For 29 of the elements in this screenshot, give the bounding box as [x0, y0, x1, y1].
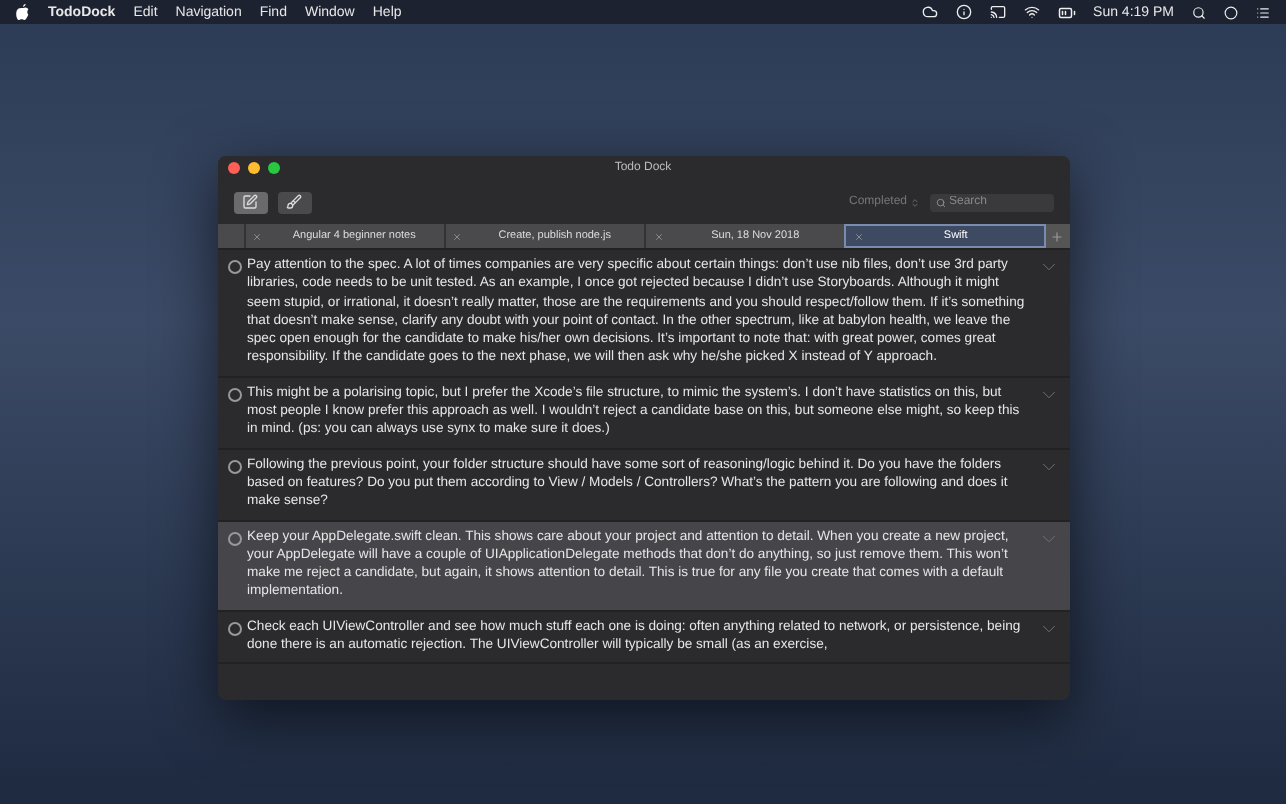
brush-icon: [286, 194, 302, 210]
search-icon: [935, 197, 945, 207]
battery-icon[interactable]: [1057, 3, 1076, 21]
todo-checkbox[interactable]: [227, 459, 241, 474]
circle-icon[interactable]: [1224, 5, 1238, 19]
toolbar-button[interactable]: [233, 191, 267, 213]
todo-row[interactable]: [217, 250, 1069, 378]
up-down-arrows-icon: [909, 197, 919, 207]
todo-row[interactable]: [217, 611, 1069, 665]
close-button[interactable]: [227, 162, 239, 174]
wifi-icon[interactable]: [1023, 4, 1040, 20]
list-icon[interactable]: [1256, 5, 1270, 19]
todo-row[interactable]: [217, 377, 1069, 450]
todo-checkbox[interactable]: [227, 621, 241, 636]
plus-icon: [1050, 229, 1064, 243]
todo-checkbox[interactable]: [227, 387, 241, 402]
todo-row[interactable]: [217, 449, 1069, 522]
todo-row[interactable]: [217, 521, 1069, 612]
todo-checkbox[interactable]: [227, 531, 241, 546]
cloud-icon[interactable]: [921, 4, 938, 20]
compose-icon: [242, 194, 258, 210]
info-icon[interactable]: [955, 4, 972, 20]
minimize-button[interactable]: [247, 162, 259, 174]
apple-logo-icon[interactable]: [16, 4, 30, 20]
search-icon[interactable]: [1192, 5, 1206, 19]
zoom-button[interactable]: [267, 162, 279, 174]
airplay-icon[interactable]: [989, 4, 1006, 20]
toolbar-button[interactable]: [277, 191, 311, 213]
todo-checkbox[interactable]: [227, 260, 241, 274]
